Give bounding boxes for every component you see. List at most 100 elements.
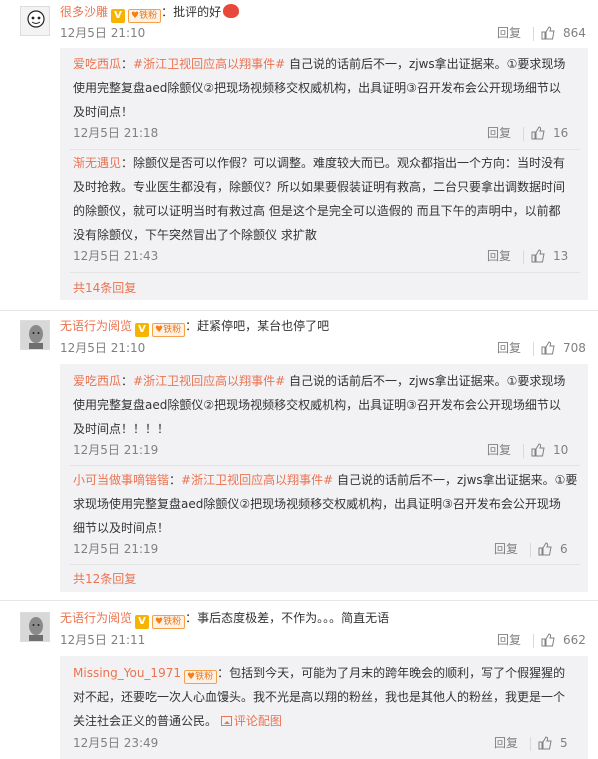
comment-item: 很多沙雕 V ♥铁粉 ：批评的好 12月5日 21:10 回复 864 爱吃西瓜：#浙… bbox=[0, 0, 598, 300]
like-button[interactable]: 708 bbox=[541, 338, 586, 358]
reply-button[interactable]: 回复 bbox=[487, 246, 511, 266]
comment-text: 事后态度极差，不作为。。。简直无语 bbox=[197, 611, 390, 625]
fan-badge-icon: ♥铁粉 bbox=[128, 9, 162, 23]
reply-button[interactable]: 回复 bbox=[497, 23, 521, 43]
reply-text: 渐无遇见：除颤仪是否可以作假？可以调整。难度较大而已。观众都指出一个方向：当时没… bbox=[73, 156, 566, 170]
avatar-icon bbox=[21, 613, 49, 641]
like-button[interactable]: 5 bbox=[538, 733, 568, 753]
fan-badge-icon: ♥铁粉 bbox=[183, 670, 218, 684]
username-link[interactable]: 很多沙雕 bbox=[60, 5, 108, 19]
timestamp: 12月5日 21:19 bbox=[73, 542, 159, 556]
comment-picture-link[interactable]: 评论配图 bbox=[220, 714, 282, 728]
timestamp: 12月5日 21:10 bbox=[60, 26, 146, 40]
topic-link[interactable]: #浙江卫视回应高以翔事件# bbox=[181, 473, 333, 487]
reply-text-line: 关注社会正义的普通公民。 评论配图 bbox=[73, 714, 282, 728]
timestamp: 12月5日 21:11 bbox=[60, 633, 146, 647]
reply-button[interactable]: 回复 bbox=[494, 733, 518, 753]
divider bbox=[523, 250, 524, 264]
timestamp: 12月5日 21:19 bbox=[73, 443, 159, 457]
divider bbox=[70, 465, 580, 466]
reply-text-line: 细节以及时间点！ bbox=[73, 521, 170, 535]
comment-header: 无语行为阅览 V ♥铁粉 ：赶紧停吧，某台也停了吧 bbox=[60, 319, 330, 337]
divider bbox=[523, 444, 524, 458]
divider bbox=[533, 634, 534, 648]
emoji-icon bbox=[223, 4, 240, 18]
topic-link[interactable]: #浙江卫视回应高以翔事件# bbox=[133, 57, 285, 71]
reply-text: 小可当做事嘀锴锴：#浙江卫视回应高以翔事件# 自己说的话前后不一，zjws拿出证… bbox=[73, 473, 578, 487]
like-button[interactable]: 6 bbox=[538, 539, 568, 559]
like-count: 5 bbox=[560, 736, 568, 750]
username-link[interactable]: 无语行为阅览 bbox=[60, 611, 132, 625]
like-button[interactable]: 13 bbox=[531, 246, 568, 266]
thumb-up-icon bbox=[541, 341, 555, 355]
timestamp: 12月5日 21:18 bbox=[73, 126, 159, 140]
divider bbox=[70, 149, 580, 150]
reply-text-line: 使用完整复盘aed除颤仪②把现场视频移交权威机构，出具证明③召开发布会公开现场细… bbox=[73, 81, 561, 95]
like-count: 13 bbox=[553, 249, 569, 263]
topic-link[interactable]: #浙江卫视回应高以翔事件# bbox=[133, 374, 285, 388]
comment-text: 批评的好 bbox=[173, 5, 222, 19]
username-link[interactable]: 小可当做事嘀锴锴 bbox=[73, 473, 169, 487]
like-count: 16 bbox=[553, 126, 569, 140]
thumb-up-icon bbox=[538, 542, 552, 556]
username-link[interactable]: Missing_You_1971 bbox=[73, 666, 181, 680]
like-count: 708 bbox=[563, 341, 586, 355]
thumb-up-icon bbox=[538, 736, 552, 750]
like-button[interactable]: 662 bbox=[541, 630, 586, 650]
divider bbox=[533, 342, 534, 356]
divider bbox=[0, 600, 598, 601]
timestamp: 12月5日 21:10 bbox=[60, 341, 146, 355]
like-count: 662 bbox=[563, 633, 586, 647]
reply-text: 爱吃西瓜：#浙江卫视回应高以翔事件# 自己说的话前后不一，zjws拿出证据来。①… bbox=[73, 374, 566, 388]
timestamp: 12月5日 23:49 bbox=[73, 736, 159, 750]
avatar[interactable] bbox=[20, 320, 50, 350]
reply-text-line: 及时间点！ bbox=[73, 105, 134, 119]
thumb-up-icon bbox=[531, 249, 545, 263]
divider bbox=[533, 27, 534, 41]
username-link[interactable]: 渐无遇见 bbox=[73, 156, 121, 170]
reply-button[interactable]: 回复 bbox=[487, 123, 511, 143]
username-link[interactable]: 无语行为阅览 bbox=[60, 319, 132, 333]
reply-text-line: 的除颤仪，就可以证明当时有救过高 但是这个是完全可以造假的 而且下午的声明中，以… bbox=[73, 204, 561, 218]
reply-text-line: 及时抢救。专业医生都没有，除颤仪？所以如果要假装证明有救高，二台只要拿出调数据时… bbox=[73, 180, 566, 194]
more-replies-link[interactable]: 共14条回复 bbox=[73, 278, 136, 298]
more-replies-link[interactable]: 共12条回复 bbox=[73, 569, 136, 589]
avatar[interactable] bbox=[20, 612, 50, 642]
thumb-up-icon bbox=[531, 443, 545, 457]
comment-header: 无语行为阅览 V ♥铁粉 ：事后态度极差，不作为。。。简直无语 bbox=[60, 611, 390, 629]
v-badge-icon: V bbox=[135, 615, 150, 629]
reply-button[interactable]: 回复 bbox=[487, 440, 511, 460]
reply-button[interactable]: 回复 bbox=[497, 630, 521, 650]
like-button[interactable]: 16 bbox=[531, 123, 568, 143]
divider bbox=[70, 272, 580, 273]
thumb-up-icon bbox=[541, 26, 555, 40]
reply-text-line: 及时间点！！！！ bbox=[73, 422, 170, 436]
reply-text: 爱吃西瓜：#浙江卫视回应高以翔事件# 自己说的话前后不一，zjws拿出证据来。①… bbox=[73, 57, 566, 71]
avatar-icon bbox=[21, 7, 49, 35]
reply-text-line: 求现场使用完整复盘aed除颤仪②把现场视频移交权威机构，出具证明③召开发布会公开… bbox=[73, 497, 561, 511]
timestamp: 12月5日 21:43 bbox=[73, 249, 159, 263]
v-badge-icon: V bbox=[135, 323, 150, 337]
fan-badge-icon: ♥铁粉 bbox=[152, 615, 186, 629]
reply-button[interactable]: 回复 bbox=[494, 539, 518, 559]
like-count: 6 bbox=[560, 542, 568, 556]
username-link[interactable]: 爱吃西瓜 bbox=[73, 374, 121, 388]
like-button[interactable]: 10 bbox=[531, 440, 568, 460]
reply-text-line: 对不起，还要吃一次人心血馒头。我不光是高以翔的粉丝，我也是其他人的粉丝，我更是一… bbox=[73, 690, 566, 704]
like-button[interactable]: 864 bbox=[541, 23, 586, 43]
avatar[interactable] bbox=[20, 6, 50, 36]
username-link[interactable]: 爱吃西瓜 bbox=[73, 57, 121, 71]
like-count: 10 bbox=[553, 443, 569, 457]
reply-text-line: 使用完整复盘aed除颤仪②把现场视频移交权威机构，出具证明③召开发布会公开现场细… bbox=[73, 398, 561, 412]
reply-button[interactable]: 回复 bbox=[497, 338, 521, 358]
divider bbox=[530, 543, 531, 557]
divider bbox=[70, 564, 580, 565]
thumb-up-icon bbox=[531, 126, 545, 140]
picture-icon bbox=[220, 716, 232, 726]
thumb-up-icon bbox=[541, 633, 555, 647]
divider bbox=[523, 127, 524, 141]
comment-text: 赶紧停吧，某台也停了吧 bbox=[197, 319, 330, 333]
like-count: 864 bbox=[563, 26, 586, 40]
divider bbox=[530, 737, 531, 751]
fan-badge-icon: ♥铁粉 bbox=[152, 323, 186, 337]
